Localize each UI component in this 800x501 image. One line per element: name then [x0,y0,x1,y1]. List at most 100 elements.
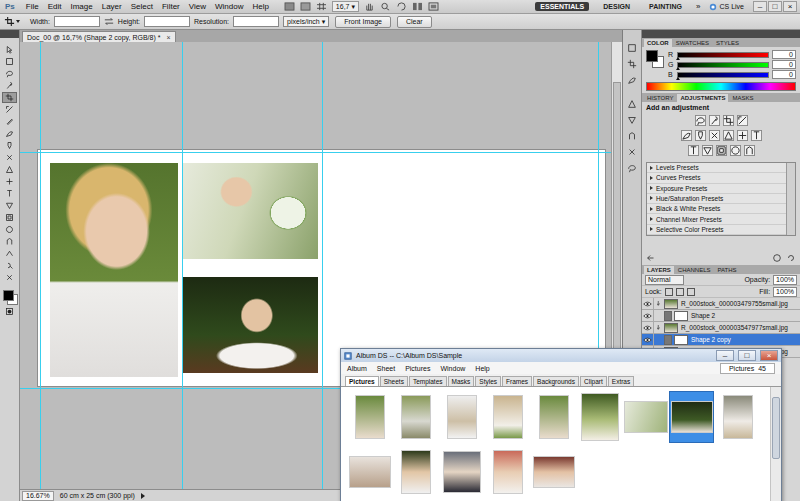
panel-button[interactable] [626,73,639,86]
album-tab[interactable]: Templates [409,376,447,386]
tool-button[interactable] [2,200,17,211]
resolution-field[interactable] [233,16,279,27]
tool-button[interactable] [2,56,17,67]
tool-preset-picker[interactable] [4,16,20,27]
visibility-toggle[interactable] [642,322,654,333]
channel-value-field[interactable]: 0 [772,60,796,69]
color-swatches[interactable] [646,50,664,68]
fill-field[interactable]: 100% [773,287,797,297]
slider-thumb[interactable] [676,57,680,60]
picture-thumbnail[interactable] [439,391,484,443]
panel-button[interactable] [626,113,639,126]
hand-icon[interactable] [364,2,375,11]
color-spectrum[interactable] [646,82,796,91]
picture-thumbnail[interactable] [347,391,392,443]
panel-button[interactable] [626,57,639,70]
guide[interactable] [322,42,323,489]
layer-row[interactable]: R_000stock_000003479755small.jpg [642,298,800,310]
color-swatches[interactable] [2,289,18,305]
adjustment-icon[interactable] [723,130,734,141]
menu-item[interactable]: View [189,3,206,11]
zoom-level-dropdown[interactable]: 16,7 ▾ [332,1,359,12]
panel-tab[interactable]: COLOR [644,39,672,47]
panel-tab[interactable]: LAYERS [644,266,674,274]
tool-button[interactable] [2,248,17,259]
app-logo[interactable]: Ps [3,2,17,11]
tool-button[interactable] [2,164,17,175]
opacity-field[interactable]: 100% [773,275,797,285]
tool-button[interactable] [2,260,17,271]
workspace-button[interactable]: ESSENTIALS [535,2,589,11]
mini-bridge-icon[interactable] [300,2,311,11]
foreground-color[interactable] [3,290,14,301]
preset-row[interactable]: Levels Presets [647,163,786,173]
album-tab[interactable]: Backgrounds [533,376,579,386]
lock-option[interactable] [676,288,684,296]
preset-row[interactable]: Exposure Presets [647,184,786,194]
preset-row[interactable]: Hue/Saturation Presets [647,194,786,204]
picture-thumbnail[interactable] [669,391,714,443]
album-window-control[interactable]: – [716,350,734,361]
album-window-control[interactable]: × [760,350,778,361]
adjustment-icon[interactable] [737,130,748,141]
menu-item[interactable]: Select [131,3,153,11]
guide[interactable] [182,42,183,489]
menu-item[interactable]: Filter [162,3,180,11]
adjustment-icon[interactable] [730,145,741,156]
album-tab[interactable]: Masks [448,376,475,386]
panel-tab[interactable]: ADJUSTMENTS [677,94,728,102]
presets-scrollbar[interactable] [786,163,795,235]
guide[interactable] [40,42,41,489]
adjustment-icon[interactable] [751,130,762,141]
bridge-icon[interactable] [284,2,295,11]
window-control-button[interactable]: × [783,1,797,12]
panel-button[interactable] [626,41,639,54]
rotate-view-icon[interactable] [396,2,407,11]
picture-thumbnail[interactable] [485,391,530,443]
window-control-button[interactable]: – [753,1,767,12]
units-dropdown[interactable]: pixels/inch ▾ [283,16,329,27]
document-tab[interactable]: Doc_00 @ 16,7% (Shape 2 copy, RGB/8) * × [22,31,176,42]
slider-thumb[interactable] [676,77,680,80]
menu-item[interactable]: Window [440,365,465,372]
cs-live-button[interactable]: CS Live [709,3,744,11]
screen-mode-icon[interactable] [428,2,439,11]
preset-row[interactable]: Curves Presets [647,173,786,183]
album-tab[interactable]: Clipart [580,376,607,386]
panel-button[interactable] [626,97,639,110]
visibility-toggle[interactable] [642,334,654,345]
guide[interactable] [20,152,612,153]
lock-option[interactable] [665,288,673,296]
picture-thumbnail[interactable] [623,391,668,443]
panel-tab[interactable]: CHANNELS [675,266,714,274]
status-zoom-field[interactable]: 16.67% [22,491,54,501]
menu-item[interactable]: Help [252,3,268,11]
channel-value-field[interactable]: 0 [772,70,796,79]
lock-option[interactable] [687,288,695,296]
panel-tab[interactable]: HISTORY [644,94,676,102]
quick-mask-button[interactable] [2,306,17,317]
visibility-toggle[interactable] [642,298,654,309]
adjustment-icon[interactable] [702,145,713,156]
picture-thumbnail[interactable] [439,446,484,498]
options-button[interactable]: Front Image [335,16,391,28]
tool-button[interactable] [2,176,17,187]
menu-item[interactable]: Album [347,365,367,372]
tool-button[interactable] [2,236,17,247]
preset-row[interactable]: Black & White Presets [647,204,786,214]
menu-item[interactable]: Sheet [377,365,395,372]
preset-row[interactable]: Channel Mixer Presets [647,214,786,224]
channel-value-field[interactable]: 0 [772,50,796,59]
swap-icon[interactable] [104,17,114,26]
workspace-more-button[interactable]: » [696,2,700,11]
panel-tab[interactable]: PATHS [714,266,739,274]
tool-button[interactable] [2,140,17,151]
channel-slider[interactable] [677,72,769,78]
photo[interactable] [182,163,318,259]
adjustment-icon[interactable] [695,115,706,126]
preset-row[interactable]: Selective Color Presets [647,225,786,235]
return-icon[interactable] [646,253,656,263]
reset-icon[interactable] [786,253,796,263]
album-ds-window[interactable]: Album DS -- C:\Album DS\Sample –□× Album… [340,348,782,501]
tool-button[interactable] [2,212,17,223]
